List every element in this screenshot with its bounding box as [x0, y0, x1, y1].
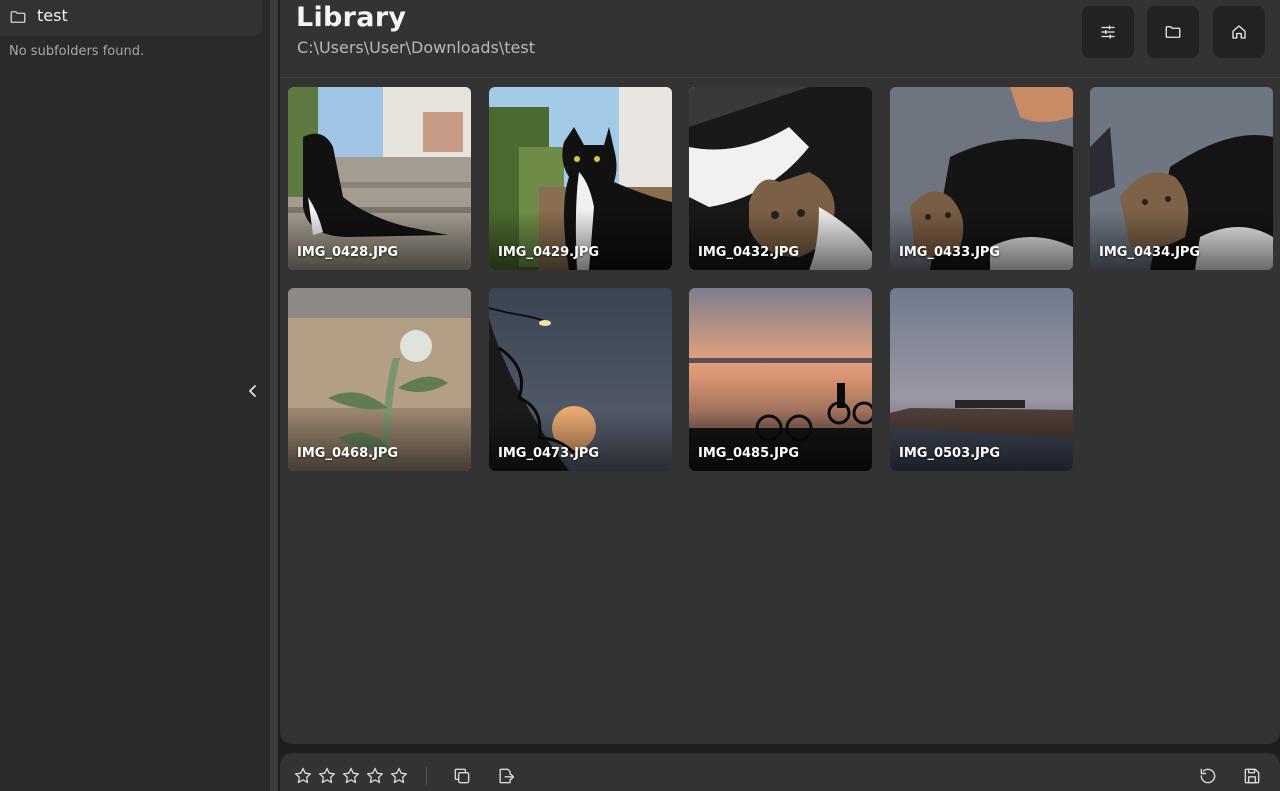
copy-icon — [454, 768, 470, 784]
rating-star-4[interactable] — [364, 765, 386, 787]
rating-star-3[interactable] — [340, 765, 362, 787]
star-icon — [295, 767, 311, 784]
thumbnail-item[interactable]: IMG_0434.JPG — [1090, 87, 1273, 270]
toolbar-separator — [426, 767, 427, 785]
thumbnail-filename: IMG_0473.JPG — [498, 446, 600, 461]
label-gradient — [489, 210, 672, 270]
folder-label: test — [37, 6, 68, 25]
rotate-ccw-icon — [1200, 768, 1216, 784]
star-icon — [391, 767, 407, 784]
export-button[interactable] — [495, 765, 517, 787]
thumbnail-item[interactable]: IMG_0428.JPG — [288, 87, 471, 270]
thumbnail-item[interactable]: IMG_0429.JPG — [489, 87, 672, 270]
chevron-left-icon — [249, 385, 256, 397]
header-divider — [280, 77, 1280, 78]
thumbnail-filename: IMG_0503.JPG — [899, 446, 1001, 461]
export-icon — [499, 768, 515, 784]
label-gradient — [288, 210, 471, 270]
label-gradient — [1090, 210, 1273, 270]
thumbnail-filename: IMG_0432.JPG — [698, 245, 800, 260]
open-folder-button[interactable] — [1147, 6, 1199, 58]
label-gradient — [689, 411, 872, 471]
page-title: Library — [296, 2, 407, 33]
home-button[interactable] — [1213, 6, 1265, 58]
current-path: C:\Users\User\Downloads\test — [297, 38, 535, 57]
empty-subfolders-message: No subfolders found. — [9, 44, 145, 59]
thumbnail-item-selected[interactable]: IMG_0432.JPG — [689, 87, 872, 270]
thumbnail-filename: IMG_0434.JPG — [1099, 245, 1201, 260]
bottom-toolbar — [280, 753, 1280, 791]
save-button[interactable] — [1241, 765, 1263, 787]
star-icon — [319, 767, 335, 784]
folder-item-test[interactable]: test — [0, 0, 262, 36]
thumbnail-filename: IMG_0468.JPG — [297, 446, 399, 461]
rating-star-2[interactable] — [316, 765, 338, 787]
thumbnail-item[interactable]: IMG_0468.JPG — [288, 288, 471, 471]
rating-star-1[interactable] — [292, 765, 314, 787]
star-icon — [343, 767, 359, 784]
collapse-sidebar-button[interactable] — [244, 380, 262, 402]
label-gradient — [489, 411, 672, 471]
star-icon — [367, 767, 383, 784]
library-panel: Library C:\Users\User\Downloads\test IMG… — [280, 0, 1280, 744]
sidebar: test No subfolders found. — [0, 0, 270, 791]
save-icon — [1244, 768, 1260, 784]
label-gradient — [890, 210, 1073, 270]
sidebar-resize-handle[interactable] — [270, 0, 278, 791]
reset-button[interactable] — [1197, 765, 1219, 787]
thumbnail-filename: IMG_0485.JPG — [698, 446, 800, 461]
thumbnail-item[interactable]: IMG_0433.JPG — [890, 87, 1073, 270]
rating-star-5[interactable] — [388, 765, 410, 787]
folder-icon — [1165, 26, 1181, 38]
thumbnail-item[interactable]: IMG_0485.JPG — [689, 288, 872, 471]
label-gradient — [890, 411, 1073, 471]
thumbnail-item[interactable]: IMG_0473.JPG — [489, 288, 672, 471]
adjustments-button[interactable] — [1082, 6, 1134, 58]
thumbnail-item[interactable]: IMG_0503.JPG — [890, 288, 1073, 471]
copy-button[interactable] — [451, 765, 473, 787]
folder-icon — [9, 8, 27, 26]
thumbnail-filename: IMG_0429.JPG — [498, 245, 600, 260]
thumbnail-filename: IMG_0428.JPG — [297, 245, 399, 260]
sliders-icon — [1101, 25, 1115, 39]
thumbnail-filename: IMG_0433.JPG — [899, 245, 1001, 260]
label-gradient — [689, 210, 872, 270]
label-gradient — [288, 411, 471, 471]
home-icon — [1232, 25, 1246, 39]
